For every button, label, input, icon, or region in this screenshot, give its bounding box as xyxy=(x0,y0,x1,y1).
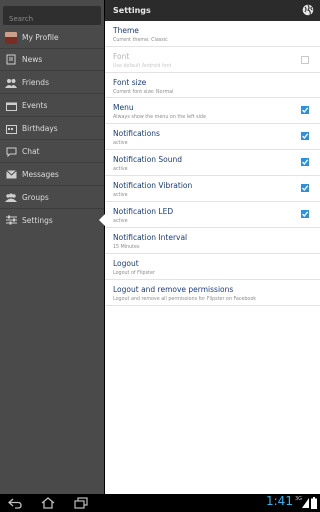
setting-notification-interval[interactable]: Notification Interval 15 Minutes xyxy=(105,229,320,254)
menu-item-label: My Profile xyxy=(22,33,59,42)
setting-subtitle: Use default Android font xyxy=(113,64,172,69)
setting-title: Logout xyxy=(113,259,139,268)
back-icon[interactable] xyxy=(7,497,23,509)
menu-item-my-profile[interactable]: My Profile xyxy=(0,27,104,49)
signal-icon xyxy=(302,498,309,508)
groups-icon xyxy=(5,192,17,204)
setting-logout[interactable]: Logout Logout of Flipster xyxy=(105,255,320,280)
notification-sound-checkbox[interactable] xyxy=(301,158,309,166)
setting-logout-remove-permissions[interactable]: Logout and remove permissions Logout and… xyxy=(105,281,320,306)
setting-title: Logout and remove permissions xyxy=(113,285,234,294)
menu-item-chat[interactable]: Chat xyxy=(0,141,104,163)
side-menu: My Profile News Friends Events Birthdays… xyxy=(0,0,105,494)
friends-icon xyxy=(5,77,17,89)
setting-subtitle: Always show the menu on the left side xyxy=(113,115,206,120)
menu-item-label: Messages xyxy=(22,170,59,179)
battery-icon xyxy=(311,497,317,509)
messages-icon xyxy=(5,169,17,181)
setting-title: Notification Interval xyxy=(113,233,188,242)
menu-item-news[interactable]: News xyxy=(0,49,104,71)
settings-header: Settings xyxy=(105,0,320,21)
search-box[interactable] xyxy=(3,6,101,29)
setting-subtitle: active xyxy=(113,193,128,198)
menu-item-birthdays[interactable]: Birthdays xyxy=(0,118,104,140)
notifications-checkbox[interactable] xyxy=(301,132,309,140)
network-type: 3G xyxy=(295,496,303,502)
search-input[interactable] xyxy=(3,9,101,29)
avatar xyxy=(5,31,17,44)
menu-item-events[interactable]: Events xyxy=(0,95,104,117)
setting-notification-led[interactable]: Notification LED active xyxy=(105,203,320,228)
setting-title: Menu xyxy=(113,103,134,112)
setting-subtitle: active xyxy=(113,219,128,224)
menu-item-messages[interactable]: Messages xyxy=(0,164,104,186)
setting-title: Notification LED xyxy=(113,207,174,216)
menu-item-friends[interactable]: Friends xyxy=(0,72,104,94)
setting-subtitle: Current theme: Classic xyxy=(113,38,168,43)
setting-title: Notification Sound xyxy=(113,155,183,164)
menu-item-label: Birthdays xyxy=(22,124,58,133)
menu-item-label: Groups xyxy=(22,193,49,202)
menu-item-label: Events xyxy=(22,101,48,110)
setting-subtitle: Current font size: Normal xyxy=(113,90,174,95)
events-icon xyxy=(5,100,17,112)
setting-title: Notifications xyxy=(113,129,160,138)
system-bar: 1:41 3G xyxy=(0,494,320,512)
setting-notifications[interactable]: Notifications active xyxy=(105,125,320,150)
setting-notification-vibration[interactable]: Notification Vibration active xyxy=(105,177,320,202)
settings-icon xyxy=(5,214,17,226)
setting-font[interactable]: Font Use default Android font xyxy=(105,48,320,73)
menu-item-label: Chat xyxy=(22,147,40,156)
recent-apps-icon[interactable] xyxy=(73,497,89,509)
menu-item-label: Settings xyxy=(22,215,53,225)
setting-font-size[interactable]: Font size Current font size: Normal xyxy=(105,74,320,98)
menu-item-groups[interactable]: Groups xyxy=(0,187,104,209)
setting-title: Theme xyxy=(113,26,139,35)
menu-item-label: News xyxy=(22,55,43,64)
setting-subtitle: Logout of Flipster xyxy=(113,271,155,276)
setting-subtitle: active xyxy=(113,141,128,146)
clock: 1:41 xyxy=(266,494,293,508)
home-icon[interactable] xyxy=(40,497,56,509)
setting-theme[interactable]: Theme Current theme: Classic xyxy=(105,22,320,47)
setting-title: Font size xyxy=(113,78,147,87)
setting-title: Font xyxy=(113,52,130,61)
setting-title: Notification Vibration xyxy=(113,181,193,190)
news-icon xyxy=(5,54,17,66)
settings-panel: Settings Theme Current theme: Classic Fo… xyxy=(105,0,320,494)
setting-menu[interactable]: Menu Always show the menu on the left si… xyxy=(105,99,320,124)
chat-icon xyxy=(5,146,17,158)
globe-icon[interactable] xyxy=(302,4,314,16)
setting-notification-sound[interactable]: Notification Sound active xyxy=(105,151,320,176)
birthdays-icon xyxy=(5,123,17,135)
setting-subtitle: 15 Minutes xyxy=(113,245,140,250)
notification-vibration-checkbox[interactable] xyxy=(301,184,309,192)
menu-item-settings[interactable]: Settings xyxy=(0,209,104,231)
page-title: Settings xyxy=(113,6,151,15)
setting-subtitle: active xyxy=(113,167,128,172)
menu-item-label: Friends xyxy=(22,78,49,87)
notification-led-checkbox[interactable] xyxy=(301,210,309,218)
setting-subtitle: Logout and remove all permissions for Fl… xyxy=(113,297,257,302)
menu-checkbox[interactable] xyxy=(301,106,309,114)
font-checkbox[interactable] xyxy=(301,56,309,64)
